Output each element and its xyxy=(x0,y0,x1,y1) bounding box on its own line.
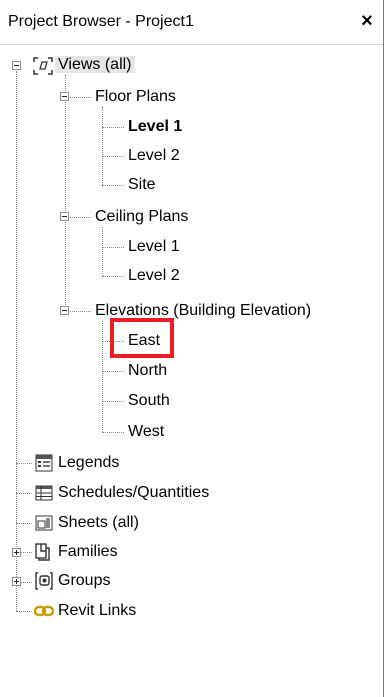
tree-line xyxy=(102,341,124,342)
tree-item-elevation-north[interactable]: North xyxy=(128,361,167,381)
project-browser-titlebar: Project Browser - Project1 × xyxy=(0,0,383,45)
tree-line xyxy=(16,523,32,524)
tree-line xyxy=(102,401,124,402)
tree-line xyxy=(102,247,124,248)
project-browser-title: Project Browser - Project1 xyxy=(8,13,194,30)
families-icon xyxy=(35,543,50,561)
tree-item-floor-plans[interactable]: Floor Plans xyxy=(95,87,176,107)
tree-line xyxy=(16,493,32,494)
tree-line xyxy=(16,463,32,464)
tree-item-elevations[interactable]: Elevations (Building Elevation) xyxy=(95,301,311,321)
tree-item-elevation-east[interactable]: East xyxy=(128,331,160,351)
tree-line xyxy=(16,611,32,612)
sheet-icon xyxy=(35,515,53,531)
tree-line xyxy=(102,432,124,433)
tree-item-ceiling-level-2[interactable]: Level 2 xyxy=(128,266,180,286)
tree-line xyxy=(102,185,124,186)
close-icon[interactable]: × xyxy=(355,7,379,35)
tree-item-views-all[interactable]: Views (all) xyxy=(55,55,135,75)
tree-item-floor-plan-level-2[interactable]: Level 2 xyxy=(128,146,180,166)
collapse-floor-plans-toggle[interactable] xyxy=(60,92,69,101)
legend-icon xyxy=(35,454,53,472)
views-bracket-icon xyxy=(33,57,53,75)
tree-item-floor-plan-site[interactable]: Site xyxy=(128,175,156,195)
tree-line xyxy=(102,107,103,185)
tree-item-legends[interactable]: Legends xyxy=(58,453,119,473)
tree-item-ceiling-level-1[interactable]: Level 1 xyxy=(128,237,180,257)
tree-line xyxy=(16,71,17,611)
tree-line xyxy=(102,371,124,372)
tree-line xyxy=(102,156,124,157)
tree-line xyxy=(102,127,124,128)
tree-item-ceiling-plans[interactable]: Ceiling Plans xyxy=(95,207,188,227)
tree-item-groups[interactable]: Groups xyxy=(58,571,110,591)
collapse-ceiling-plans-toggle[interactable] xyxy=(60,212,69,221)
expand-groups-toggle[interactable] xyxy=(12,577,21,586)
tree-item-families[interactable]: Families xyxy=(58,542,118,562)
tree-line xyxy=(102,276,124,277)
collapse-elevations-toggle[interactable] xyxy=(60,306,69,315)
project-browser-tree: Views (all) Floor Plans Level 1 Level 2 … xyxy=(0,44,383,697)
chain-link-icon xyxy=(34,605,54,617)
project-browser-panel: Project Browser - Project1 × Views (all)… xyxy=(0,0,384,697)
groups-icon xyxy=(35,572,53,590)
collapse-views-toggle[interactable] xyxy=(12,61,21,70)
expand-families-toggle[interactable] xyxy=(12,548,21,557)
tree-line xyxy=(65,75,66,315)
tree-item-revit-links[interactable]: Revit Links xyxy=(58,601,136,621)
tree-item-sheets[interactable]: Sheets (all) xyxy=(58,513,139,533)
tree-item-floor-plan-level-1[interactable]: Level 1 xyxy=(128,117,182,137)
tree-item-schedules[interactable]: Schedules/Quantities xyxy=(58,483,209,503)
tree-item-elevation-west[interactable]: West xyxy=(128,422,164,442)
tree-line xyxy=(102,321,103,432)
tree-line xyxy=(102,227,103,276)
tree-item-elevation-south[interactable]: South xyxy=(128,391,170,411)
tree-item-label: Views (all) xyxy=(55,56,135,73)
schedule-table-icon xyxy=(35,485,53,501)
